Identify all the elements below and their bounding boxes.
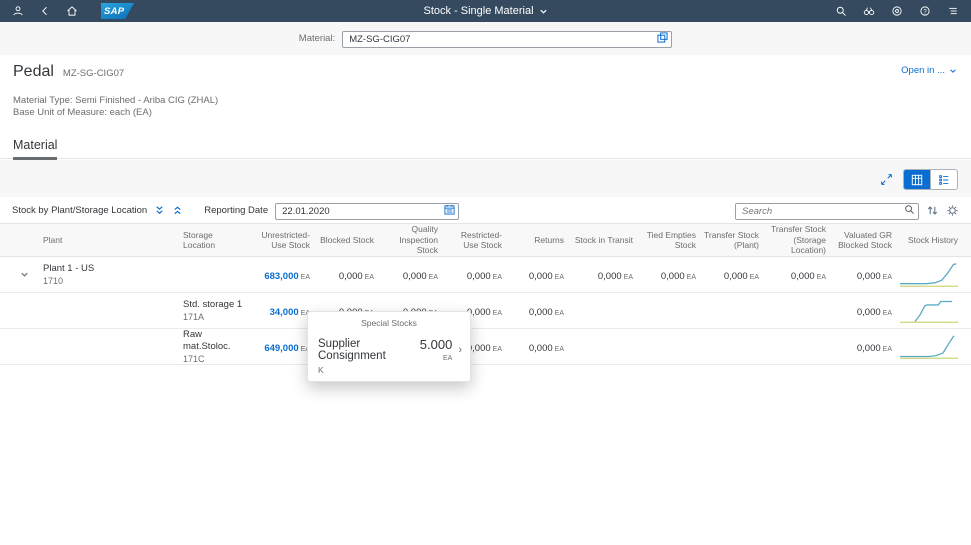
shell-bar: SAP Stock - Single Material ?	[0, 0, 971, 22]
notification-list-icon[interactable]	[947, 5, 959, 17]
col-stock-in-transit: Stock in Transit	[568, 235, 637, 246]
search-input[interactable]	[735, 203, 919, 220]
col-valuated-gr-blocked-stock: Valuated GR Blocked Stock	[830, 230, 896, 251]
col-tied-empties-stock: Tied Empties Stock	[637, 230, 700, 251]
list-view-button[interactable]	[931, 170, 957, 189]
table-row: Raw mat.Stoloc. 171C 649,000EA 0,000EA 0…	[0, 329, 971, 365]
special-stocks-popover: Special Stocks Supplier Consignment 5.00…	[307, 311, 471, 382]
material-input[interactable]	[342, 31, 672, 48]
page-title: Pedal	[13, 63, 54, 81]
value-help-icon[interactable]	[657, 32, 668, 43]
unrestricted-stock-link[interactable]: 649,000EA	[249, 338, 314, 356]
col-stock-history: Stock History	[896, 235, 962, 246]
table-header-row: Plant Storage Location Unrestricted-Use …	[0, 223, 971, 257]
popover-title: Special Stocks	[308, 318, 470, 328]
table-toolbar: Stock by Plant/Storage Location Reportin…	[0, 197, 971, 223]
open-in-button[interactable]: Open in ...	[901, 65, 957, 76]
reporting-date-label: Reporting Date	[204, 205, 268, 216]
base-unit-text: Base Unit of Measure: each (EA)	[13, 107, 958, 119]
person-icon[interactable]	[12, 5, 24, 17]
sort-icon[interactable]	[926, 204, 939, 217]
stock-history-sparkline[interactable]	[900, 298, 958, 324]
storage-location-code: 171C	[183, 353, 245, 365]
reporting-date-input[interactable]	[275, 203, 459, 220]
sap-logo[interactable]: SAP	[101, 3, 134, 19]
col-blocked-stock: Blocked Stock	[314, 235, 378, 246]
special-stock-label: Supplier Consignment	[318, 336, 420, 362]
stock-history-sparkline[interactable]	[900, 334, 958, 360]
table-view-icon	[911, 174, 923, 186]
special-stock-unit: EA	[420, 355, 453, 362]
storage-location-name: Std. storage 1	[183, 299, 245, 311]
col-plant: Plant	[39, 235, 179, 246]
col-quality-inspection-stock: Quality Inspection Stock	[378, 224, 442, 256]
search-icon[interactable]	[835, 5, 847, 17]
table-title: Stock by Plant/Storage Location	[12, 205, 147, 216]
calendar-icon[interactable]	[444, 204, 455, 215]
table-view-button[interactable]	[904, 170, 930, 189]
home-icon[interactable]	[66, 5, 78, 17]
page-subtitle: MZ-SG-CIG07	[63, 68, 124, 79]
expand-all-icon[interactable]	[154, 205, 165, 216]
filter-bar: Material:	[0, 22, 971, 55]
unrestricted-stock-link[interactable]: 34,000EA	[249, 302, 314, 320]
list-view-icon	[938, 174, 950, 186]
supplier-consignment-item[interactable]: Supplier Consignment 5.000 EA ›	[308, 328, 470, 362]
help-icon[interactable]: ?	[919, 5, 931, 17]
chevron-right-icon: ›	[458, 336, 462, 356]
content-band	[0, 160, 971, 197]
settings-gear-icon[interactable]	[946, 204, 959, 217]
row-expander-icon[interactable]	[19, 269, 30, 280]
page-header: Pedal MZ-SG-CIG07 Open in ... Material T…	[0, 55, 971, 130]
chevron-down-icon	[539, 7, 548, 16]
unrestricted-stock-link[interactable]: 683,000EA	[249, 266, 314, 284]
view-switch	[903, 169, 958, 190]
storage-location-name: Raw mat.Stoloc.	[183, 329, 245, 353]
material-type-text: Material Type: Semi Finished - Ariba CIG…	[13, 95, 958, 107]
back-icon[interactable]	[39, 5, 51, 17]
table-row: Std. storage 1 171A 34,000EA 0,000EA 0,0…	[0, 293, 971, 329]
col-transfer-stock-storage-location: Transfer Stock (Storage Location)	[763, 224, 830, 256]
fullscreen-icon[interactable]	[880, 173, 893, 186]
col-restricted-use-stock: Restricted-Use Stock	[442, 230, 506, 251]
app-title: Stock - Single Material	[423, 5, 533, 17]
col-unrestricted-use-stock: Unrestricted-Use Stock	[249, 230, 314, 251]
col-returns: Returns	[506, 235, 568, 246]
tab-material[interactable]: Material	[13, 138, 57, 160]
special-stock-value: 5.000	[420, 337, 453, 352]
storage-location-code: 171A	[183, 311, 245, 323]
collapse-all-icon[interactable]	[172, 205, 183, 216]
special-stock-key: K	[318, 365, 470, 375]
binoculars-icon[interactable]	[863, 5, 875, 17]
stock-history-sparkline[interactable]	[900, 262, 958, 288]
app-title-menu[interactable]: Stock - Single Material	[423, 5, 547, 17]
tab-bar: Material	[0, 130, 971, 159]
plant-name: Plant 1 - US	[43, 263, 175, 275]
chevron-down-icon	[949, 67, 957, 75]
table-row: Plant 1 - US 1710 683,000EA 0,000EA 0,00…	[0, 257, 971, 293]
material-label: Material:	[299, 33, 335, 44]
plant-code: 1710	[43, 275, 175, 287]
col-storage-location: Storage Location	[179, 230, 249, 251]
col-transfer-stock-plant: Transfer Stock (Plant)	[700, 230, 763, 251]
copilot-icon[interactable]	[891, 5, 903, 17]
stock-table-card: Stock by Plant/Storage Location Reportin…	[0, 197, 971, 365]
search-icon[interactable]	[904, 204, 915, 215]
